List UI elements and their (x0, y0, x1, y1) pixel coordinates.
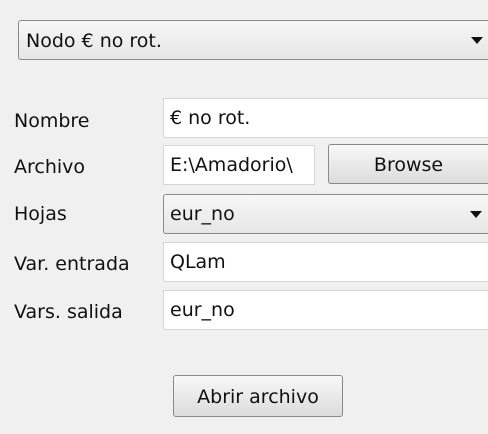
input-var-label: Var. entrada (14, 253, 130, 275)
name-input-value: € no rot. (170, 107, 251, 129)
open-file-button[interactable]: Abrir archivo (173, 375, 343, 417)
node-select[interactable]: Nodo € no rot. (18, 20, 488, 60)
node-config-panel: Nodo € no rot. Nombre € no rot. Archivo … (0, 0, 488, 434)
file-path-input[interactable]: E:\Amadorio\ (163, 145, 315, 185)
open-file-button-label: Abrir archivo (197, 386, 319, 408)
input-var-input[interactable]: QLam (163, 242, 488, 282)
browse-button-label: Browse (373, 154, 444, 176)
name-label: Nombre (14, 110, 90, 132)
sheets-label: Hojas (14, 203, 67, 225)
sheets-select-value: eur_no (170, 203, 235, 225)
chevron-down-icon (471, 37, 483, 44)
file-label: Archivo (14, 156, 86, 178)
chevron-down-icon (470, 211, 482, 218)
output-vars-value: eur_no (170, 299, 235, 321)
browse-button[interactable]: Browse (328, 144, 488, 184)
input-var-value: QLam (170, 251, 226, 273)
sheets-select[interactable]: eur_no (163, 194, 488, 234)
output-vars-input[interactable]: eur_no (163, 290, 488, 330)
output-vars-label: Vars. salida (14, 301, 123, 323)
node-select-value: Nodo € no rot. (26, 30, 162, 52)
name-input[interactable]: € no rot. (163, 98, 488, 138)
file-path-value: E:\Amadorio\ (170, 154, 293, 176)
